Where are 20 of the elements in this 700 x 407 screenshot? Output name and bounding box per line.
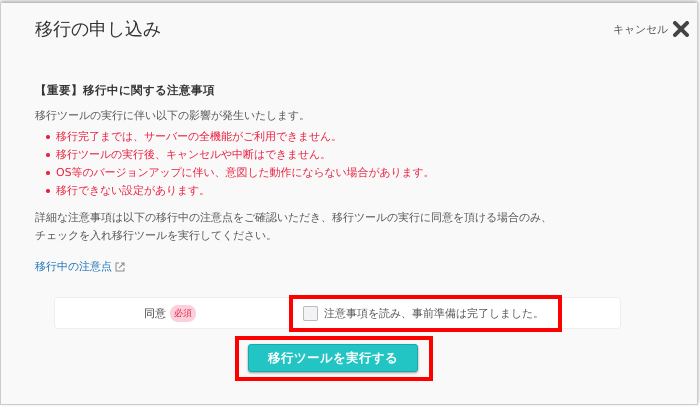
bullet-icon <box>46 135 50 139</box>
bullet-icon <box>46 153 50 157</box>
checkbox-label: 注意事項を読み、事前準備は完了しました。 <box>324 306 544 320</box>
agree-checkbox[interactable] <box>303 306 318 320</box>
required-badge: 必須 <box>170 304 196 322</box>
cancel-button[interactable]: キャンセル <box>613 19 691 39</box>
warning-item: 移行完了までは、サーバーの全機能がご利用できません。 <box>56 130 342 144</box>
warning-item: OS等のバージョンアップに伴い、意図した動作にならない場合があります。 <box>56 166 435 180</box>
dialog-title: 移行の申し込み <box>35 18 161 41</box>
details-text: 詳細な注意事項は以下の移行中の注意点をご確認いただき、移行ツールの実行に同意を頂ける場合のみ、 チェックを入れ移行ツールを実行してください。 <box>35 210 553 244</box>
warning-item: 移行ツールの実行後、キャンセルや中断はできません。 <box>56 148 331 162</box>
warning-item: 移行できない設定があります。 <box>56 184 210 198</box>
agreement-label: 同意 <box>144 306 166 320</box>
notice-intro: 移行ツールの実行に伴い以下の影響が発生いたします。 <box>35 108 311 124</box>
close-icon <box>671 19 691 39</box>
notice-heading: 【重要】移行中に関する注意事項 <box>35 83 216 98</box>
bullet-icon <box>46 171 50 175</box>
notes-link[interactable]: 移行中の注意点 <box>35 259 125 274</box>
bullet-icon <box>46 189 50 193</box>
external-link-icon <box>115 262 125 272</box>
